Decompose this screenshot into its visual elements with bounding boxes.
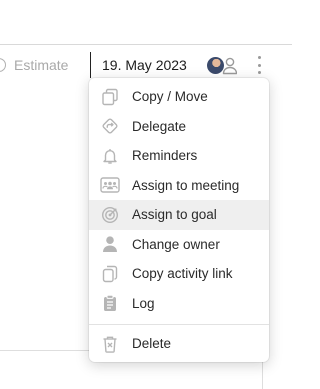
menu-item-label: Copy activity link xyxy=(132,266,233,282)
copy-link-icon xyxy=(100,264,120,284)
toolbar-top-border xyxy=(0,44,292,45)
menu-item-assign-to-goal[interactable]: Assign to goal xyxy=(89,200,269,230)
meeting-icon xyxy=(100,175,120,195)
menu-item-label: Assign to goal xyxy=(132,207,217,223)
menu-item-log[interactable]: Log xyxy=(89,289,269,319)
copy-icon xyxy=(100,87,120,107)
menu-item-label: Reminders xyxy=(132,148,198,164)
clipboard-icon xyxy=(100,293,120,313)
menu-item-copy-move[interactable]: Copy / Move xyxy=(89,82,269,112)
menu-item-copy-activity-link[interactable]: Copy activity link xyxy=(89,259,269,289)
menu-divider xyxy=(89,324,269,325)
assignee-selector[interactable] xyxy=(207,56,239,76)
person-outline-icon xyxy=(221,56,237,75)
actions-menu: Copy / Move Delegate Reminders Assign to… xyxy=(89,78,269,362)
bell-icon xyxy=(100,146,120,166)
menu-item-change-owner[interactable]: Change owner xyxy=(89,230,269,260)
due-date-value: 19. May 2023 xyxy=(102,57,187,73)
delegate-arrow-icon xyxy=(100,116,120,136)
due-date-field[interactable]: 19. May 2023 xyxy=(90,52,187,78)
menu-item-delegate[interactable]: Delegate xyxy=(89,112,269,142)
estimate-field[interactable]: Estimate xyxy=(0,52,68,78)
menu-item-label: Change owner xyxy=(132,236,220,252)
menu-item-label: Delegate xyxy=(132,118,187,134)
menu-item-delete[interactable]: Delete xyxy=(89,329,269,359)
person-icon xyxy=(100,234,120,254)
clock-icon xyxy=(0,58,8,72)
menu-item-label: Copy / Move xyxy=(132,89,208,105)
estimate-label: Estimate xyxy=(14,57,69,73)
menu-item-label: Delete xyxy=(132,336,172,352)
task-detail-page: Estimate 19. May 2023 Copy / Move Delega… xyxy=(0,0,292,389)
menu-item-assign-to-meeting[interactable]: Assign to meeting xyxy=(89,171,269,201)
goal-target-icon xyxy=(100,205,120,225)
menu-item-reminders[interactable]: Reminders xyxy=(89,141,269,171)
menu-item-label: Log xyxy=(132,295,155,311)
menu-item-label: Assign to meeting xyxy=(132,177,240,193)
more-options-icon[interactable] xyxy=(254,56,264,74)
trash-icon xyxy=(100,334,120,354)
